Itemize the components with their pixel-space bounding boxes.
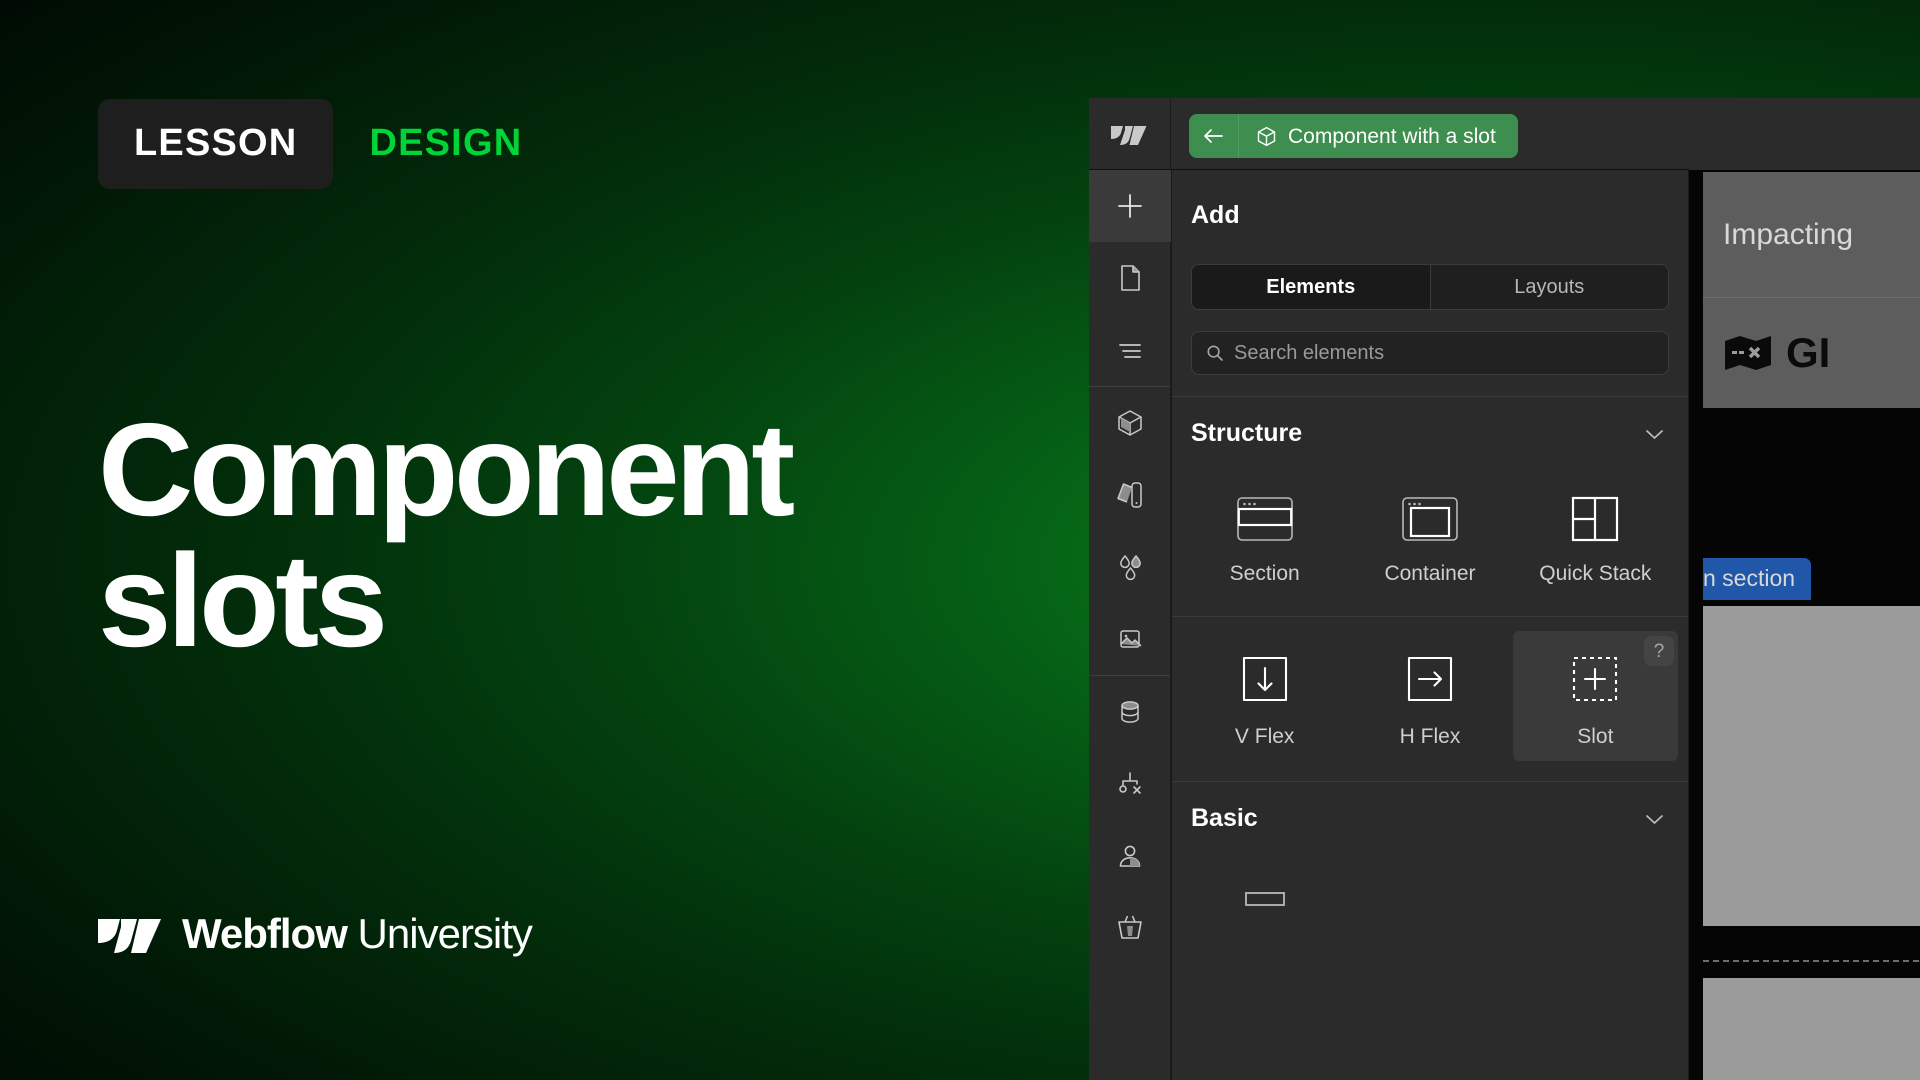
canvas-selected-section[interactable] <box>1703 606 1920 926</box>
left-rail <box>1089 170 1171 1080</box>
v-flex-arrow-down-icon <box>1232 644 1298 720</box>
canvas-hero-heading: Impacting <box>1723 220 1853 250</box>
rail-item-assets[interactable] <box>1089 603 1171 675</box>
navigator-icon <box>1114 334 1146 366</box>
canvas-brand-label: GI <box>1786 332 1830 374</box>
h-flex-arrow-right-icon <box>1397 644 1463 720</box>
pages-icon <box>1114 262 1146 294</box>
rail-item-styles[interactable] <box>1089 459 1171 531</box>
webflow-logo-icon <box>1111 122 1149 147</box>
webflow-logo-button[interactable] <box>1089 98 1171 170</box>
element-card-slot[interactable]: ? Slot <box>1513 631 1678 761</box>
search-elements-box[interactable] <box>1191 331 1669 375</box>
cms-database-icon <box>1114 696 1146 728</box>
map-marker-route-icon <box>1723 335 1773 371</box>
rail-item-users[interactable] <box>1089 820 1171 892</box>
style-swatch-icon <box>1114 479 1146 511</box>
search-icon <box>1206 344 1224 362</box>
element-card-h-flex[interactable]: H Flex <box>1347 631 1512 761</box>
user-person-icon <box>1114 840 1146 872</box>
canvas-page: Impacting GI <box>1703 172 1920 408</box>
webflow-designer-window: Component with a slot <box>1089 98 1920 1080</box>
assets-image-icon <box>1114 623 1146 655</box>
back-button[interactable] <box>1189 114 1239 158</box>
element-label-h-flex: H Flex <box>1400 726 1461 747</box>
chevron-down-icon[interactable] <box>1645 428 1664 440</box>
component-cube-icon <box>1256 126 1277 147</box>
page-title: Component slots <box>98 405 838 666</box>
ecommerce-cart-icon <box>1114 912 1146 944</box>
rail-item-logic[interactable] <box>1089 748 1171 820</box>
canvas-top-strip <box>1689 98 1920 170</box>
component-breadcrumb-chip[interactable]: Component with a slot <box>1189 114 1518 158</box>
element-label-v-flex: V Flex <box>1235 726 1295 747</box>
rail-item-add[interactable] <box>1089 170 1171 242</box>
webflow-logo-icon <box>98 912 164 956</box>
add-panel-tabs: Elements Layouts <box>1191 264 1669 310</box>
canvas-dashed-guide <box>1703 960 1920 962</box>
structure-elements-grid-2: V Flex H Flex ? <box>1172 617 1688 761</box>
element-card-v-flex[interactable]: V Flex <box>1182 631 1347 761</box>
element-label-slot: Slot <box>1577 726 1613 747</box>
chevron-down-icon[interactable] <box>1645 813 1664 825</box>
canvas-hero-block[interactable]: Impacting <box>1703 172 1920 298</box>
tab-elements[interactable]: Elements <box>1192 265 1431 309</box>
selection-badge: n section <box>1703 558 1811 600</box>
basic-elements-grid <box>1172 831 1688 983</box>
rail-item-ecommerce[interactable] <box>1089 892 1171 964</box>
help-badge[interactable]: ? <box>1644 636 1674 666</box>
lesson-thumbnail: LESSON DESIGN Component slots Webflow Un… <box>0 0 1920 1080</box>
logic-flow-icon <box>1114 768 1146 800</box>
promo-footer: Webflow University <box>98 912 532 956</box>
basic-block-icon <box>1232 866 1298 942</box>
element-label-section: Section <box>1230 563 1300 584</box>
search-input[interactable] <box>1234 342 1654 365</box>
rail-item-variables[interactable] <box>1089 531 1171 603</box>
group-title-structure: Structure <box>1191 421 1302 446</box>
brand-suffix: University <box>347 910 532 957</box>
element-card-basic-first[interactable] <box>1182 853 1347 983</box>
group-header-structure[interactable]: Structure <box>1172 397 1688 446</box>
promo-footer-label: Webflow University <box>182 913 532 955</box>
add-panel: Add Elements Layouts Structure <box>1172 170 1688 1080</box>
plus-icon <box>1114 190 1146 222</box>
container-icon <box>1397 481 1463 557</box>
element-card-section[interactable]: Section <box>1182 468 1347 598</box>
group-title-basic: Basic <box>1191 806 1258 831</box>
components-cube-icon <box>1114 407 1146 439</box>
element-label-quick-stack: Quick Stack <box>1539 563 1651 584</box>
element-label-container: Container <box>1384 563 1475 584</box>
slot-dashed-plus-icon <box>1562 644 1628 720</box>
canvas-brand-block[interactable]: GI <box>1703 298 1920 408</box>
rail-item-pages[interactable] <box>1089 242 1171 314</box>
lesson-badge: LESSON <box>98 99 333 189</box>
component-name-label: Component with a slot <box>1288 126 1496 147</box>
component-chip-body: Component with a slot <box>1239 114 1518 158</box>
rail-item-components[interactable] <box>1089 387 1171 459</box>
rail-item-navigator[interactable] <box>1089 314 1171 386</box>
rail-item-cms[interactable] <box>1089 676 1171 748</box>
canvas-lower-section[interactable] <box>1703 978 1920 1080</box>
variables-drops-icon <box>1114 551 1146 583</box>
group-header-basic[interactable]: Basic <box>1172 782 1688 831</box>
category-badge: DESIGN <box>369 124 522 164</box>
section-icon <box>1232 481 1298 557</box>
structure-elements-grid: Section Container <box>1172 446 1688 598</box>
promo-badges: LESSON DESIGN <box>98 99 522 189</box>
add-panel-title: Add <box>1172 170 1688 228</box>
quick-stack-icon <box>1562 481 1628 557</box>
element-card-quick-stack[interactable]: Quick Stack <box>1513 468 1678 598</box>
brand-name: Webflow <box>182 910 347 957</box>
design-canvas[interactable]: Impacting GI n section <box>1689 98 1920 1080</box>
element-card-container[interactable]: Container <box>1347 468 1512 598</box>
tab-layouts[interactable]: Layouts <box>1431 265 1669 309</box>
arrow-left-icon <box>1203 128 1224 144</box>
